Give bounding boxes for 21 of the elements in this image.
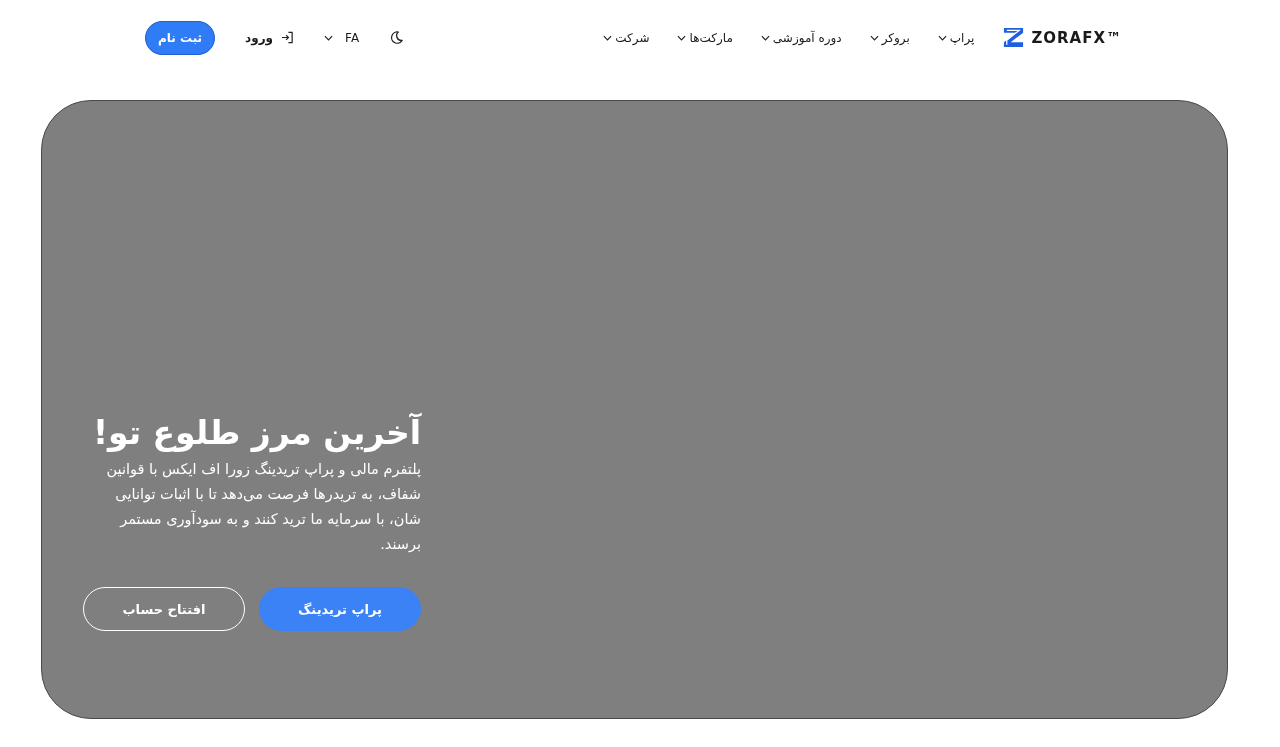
logo-icon	[1002, 26, 1026, 49]
chevron-down-icon	[869, 34, 879, 41]
chevron-down-icon	[603, 34, 613, 41]
nav-menu-item[interactable]: پراپ	[937, 30, 975, 45]
prop-trading-button[interactable]: پراپ تریدینگ	[259, 587, 421, 631]
chevron-down-icon	[324, 34, 334, 41]
nav-menu-item[interactable]: مارکت‌ها	[677, 30, 733, 45]
moon-icon[interactable]	[389, 30, 405, 45]
nav-menu-item[interactable]: شرکت	[603, 30, 650, 45]
chevron-down-icon	[760, 34, 770, 41]
login-button[interactable]: ورود	[245, 30, 295, 45]
hero-title: آخرین مرز طلوع تو!	[91, 412, 421, 455]
login-icon	[281, 31, 295, 44]
nav-menu-item[interactable]: بروکر	[869, 30, 910, 45]
language-selector[interactable]: FA	[324, 30, 360, 45]
hero-description: پلتفرم مالی و پراپ تریدینگ زورا اف ایکس با قوانین شفاف، به تریدرها فرصت می‌دهد تا با اثبات توانایی شان، با سرمایه ما ترید کنند و به سودآوری مستمر برسند.	[105, 460, 421, 554]
register-button[interactable]: ثبت نام	[145, 20, 216, 55]
chevron-down-icon	[677, 34, 687, 41]
brand-name: ZORAFX™	[1031, 28, 1122, 47]
chevron-down-icon	[937, 34, 947, 41]
nav-menu-item[interactable]: دوره آموزشی	[760, 30, 842, 45]
